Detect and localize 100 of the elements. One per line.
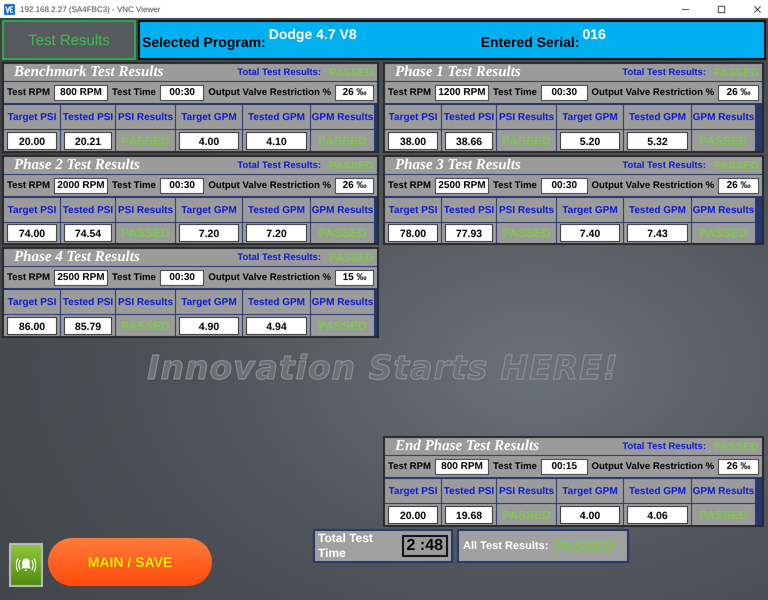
rpm-label: Test RPM <box>7 180 50 191</box>
restriction-field: 26 ‰ <box>718 84 759 100</box>
value-field: 7.20 <box>246 224 307 242</box>
total-results-value: PASSED <box>714 66 758 78</box>
total-results-label: Total Test Results: <box>237 252 321 263</box>
total-time-label: Total Test Time <box>318 531 374 561</box>
serial-value: 016 <box>582 26 606 42</box>
program-label: Selected Program: <box>142 34 266 50</box>
result-cell: PASSED <box>116 130 175 151</box>
program-value: Dodge 4.7 V8 <box>268 26 357 42</box>
total-results-value: PASSED <box>329 66 373 78</box>
value-field: 38.00 <box>388 132 438 150</box>
test-results-tab[interactable]: Test Results <box>2 20 136 60</box>
time-label: Test Time <box>493 87 537 98</box>
column-header: Tested GPM <box>243 105 310 129</box>
column-header: Target GPM <box>557 105 623 129</box>
rpm-field: 2500 RPM <box>54 270 108 286</box>
panel-title: Benchmark Test Results <box>14 64 164 81</box>
restriction-field: 15 ‰ <box>335 270 374 286</box>
main-save-button[interactable]: MAIN / SAVE <box>48 538 212 586</box>
total-results-value: PASSED <box>714 440 758 452</box>
value-field: 5.20 <box>560 132 620 150</box>
column-header: Tested PSI <box>61 105 115 129</box>
panel-title: Phase 3 Test Results <box>395 157 522 174</box>
rpm-field: 800 RPM <box>54 84 108 100</box>
result-cell: PASSED <box>311 315 374 336</box>
column-header: Tested PSI <box>61 198 115 222</box>
restriction-field: 26 ‰ <box>718 178 759 194</box>
total-results-value: PASSED <box>329 160 373 172</box>
rpm-label: Test RPM <box>388 87 431 98</box>
time-label: Test Time <box>112 272 156 283</box>
value-field: 20.21 <box>64 132 112 150</box>
column-header: Tested PSI <box>442 479 496 503</box>
value-field: 7.40 <box>560 224 620 242</box>
all-results-value: PASSED <box>554 538 615 554</box>
column-header: Tested GPM <box>243 290 310 314</box>
value-field: 78.00 <box>388 224 438 242</box>
column-header: Target GPM <box>557 198 623 222</box>
panel-title: Phase 4 Test Results <box>14 249 141 266</box>
column-header: PSI Results <box>116 290 175 314</box>
panel-title: End Phase Test Results <box>395 438 540 455</box>
column-header: Target PSI <box>4 198 60 222</box>
value-field: 85.79 <box>64 316 112 334</box>
restriction-field: 26 ‰ <box>335 84 374 100</box>
column-header: PSI Results <box>497 198 556 222</box>
time-label: Test Time <box>493 461 537 472</box>
value-field: 7.43 <box>627 224 688 242</box>
time-field: 00:30 <box>540 178 588 194</box>
result-cell: PASSED <box>497 504 556 525</box>
value-field: 4.06 <box>627 506 688 524</box>
time-field: 00:30 <box>160 84 204 100</box>
value-field: 19.68 <box>445 506 493 524</box>
restriction-label: Output Valve Restriction % <box>208 180 332 191</box>
value-field: 4.10 <box>246 132 307 150</box>
restriction-label: Output Valve Restriction % <box>208 272 332 283</box>
time-field: 00:30 <box>160 270 204 286</box>
result-cell: PASSED <box>116 315 175 336</box>
column-header: GPM Results <box>311 290 374 314</box>
serial-label: Entered Serial: <box>480 34 580 50</box>
result-cell: PASSED <box>692 223 755 243</box>
column-header: Target PSI <box>4 290 60 314</box>
column-header: Tested PSI <box>442 105 496 129</box>
value-field: 4.00 <box>179 132 239 150</box>
column-header: Tested GPM <box>243 198 310 222</box>
column-header: Target PSI <box>385 198 441 222</box>
result-cell: PASSED <box>311 130 374 151</box>
rpm-label: Test RPM <box>7 87 50 98</box>
column-header: Tested GPM <box>624 479 691 503</box>
restriction-label: Output Valve Restriction % <box>592 461 714 472</box>
value-field: 74.00 <box>7 224 57 242</box>
column-header: GPM Results <box>311 105 374 129</box>
column-header: Target GPM <box>176 198 242 222</box>
rpm-label: Test RPM <box>388 461 431 472</box>
column-header: GPM Results <box>692 105 755 129</box>
rpm-field: 2000 RPM <box>54 178 108 194</box>
value-field: 4.90 <box>179 316 239 334</box>
restriction-label: Output Valve Restriction % <box>592 180 714 191</box>
maximize-icon[interactable] <box>717 4 726 14</box>
result-cell: PASSED <box>497 223 556 243</box>
rpm-label: Test RPM <box>388 180 431 191</box>
total-results-label: Total Test Results: <box>237 67 321 78</box>
column-header: Tested PSI <box>61 290 115 314</box>
total-results-label: Total Test Results: <box>622 67 706 78</box>
column-header: PSI Results <box>116 105 175 129</box>
time-field: 00:15 <box>540 458 588 474</box>
close-icon[interactable] <box>753 4 762 14</box>
total-results-value: PASSED <box>329 252 373 264</box>
value-field: 38.66 <box>445 132 493 150</box>
window-title: 192.168.2.27 (SA4FBC3) - VNC Viewer <box>20 4 160 14</box>
column-header: Target PSI <box>4 105 60 129</box>
restriction-label: Output Valve Restriction % <box>592 87 714 98</box>
result-cell: PASSED <box>692 130 755 151</box>
restriction-label: Output Valve Restriction % <box>208 87 332 98</box>
app-icon <box>4 4 15 14</box>
column-header: GPM Results <box>311 198 374 222</box>
rpm-field: 2500 RPM <box>435 178 489 194</box>
rpm-label: Test RPM <box>7 272 50 283</box>
value-field: 5.32 <box>627 132 688 150</box>
column-header: Target GPM <box>557 479 623 503</box>
alarm-button[interactable] <box>9 543 43 587</box>
